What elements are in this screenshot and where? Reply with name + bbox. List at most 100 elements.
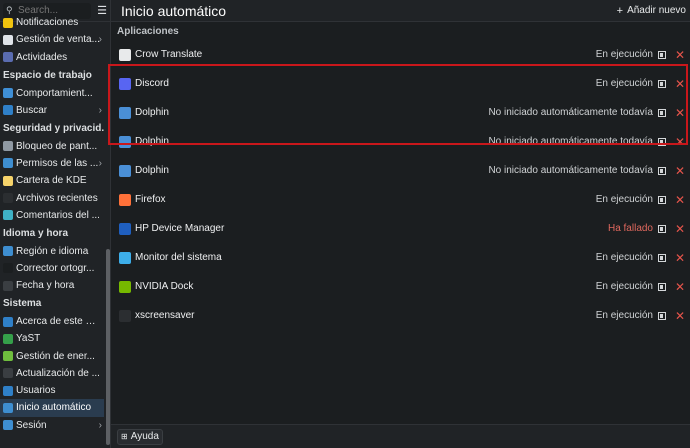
app-name: HP Device Manager (135, 223, 225, 234)
sidebar-item[interactable]: Actividades (0, 49, 104, 66)
sidebar-item-label: Gestión de venta... (16, 34, 100, 46)
remove-icon[interactable]: ✕ (675, 135, 685, 149)
app-row[interactable]: NVIDIA Dock En ejecución ✕ (111, 272, 690, 301)
sidebar-item[interactable]: Fecha y hora (0, 277, 104, 294)
sidebar-item-label: Notificaciones (16, 17, 79, 29)
help-icon: ⊞ (121, 432, 128, 441)
yast-icon (3, 333, 13, 344)
app-status: En ejecución (595, 78, 653, 89)
folder-icon (119, 164, 131, 177)
sidebar-item-label: Sesión (16, 419, 47, 431)
app-row[interactable]: Discord En ejecución ✕ (111, 69, 690, 98)
wallet-icon (3, 175, 13, 186)
autostart-icon (3, 402, 13, 413)
feedback-icon (3, 210, 13, 221)
sidebar-item[interactable]: Inicio automático (0, 399, 104, 417)
sidebar-item[interactable]: Actualización de ... (0, 365, 104, 382)
properties-icon[interactable] (658, 137, 666, 146)
sidebar-item-label: Permisos de las ... (16, 157, 99, 169)
sidebar-item[interactable]: Acerca de este si... (0, 313, 104, 330)
sidebar-item-label: Región e idioma (16, 245, 89, 257)
properties-icon[interactable] (658, 108, 666, 117)
properties-icon[interactable] (658, 79, 666, 88)
remove-icon[interactable]: ✕ (675, 280, 685, 294)
sidebar-item[interactable]: Notificaciones (0, 14, 104, 31)
remove-icon[interactable]: ✕ (675, 48, 685, 62)
sidebar-item[interactable]: YaST (0, 330, 104, 347)
app-row[interactable]: HP Device Manager Ha fallado ✕ (111, 214, 690, 243)
properties-icon[interactable] (658, 224, 666, 233)
sidebar-item[interactable]: Cartera de KDE (0, 172, 104, 189)
sidebar-item[interactable]: Región e idioma (0, 242, 104, 259)
remove-icon[interactable]: ✕ (675, 251, 685, 265)
sidebar-item[interactable]: Bloqueo de pant... (0, 137, 104, 154)
remove-icon[interactable]: ✕ (675, 193, 685, 207)
app-row[interactable]: Monitor del sistema En ejecución ✕ (111, 243, 690, 272)
properties-icon[interactable] (658, 166, 666, 175)
sidebar-item-label: YaST (16, 333, 41, 345)
add-new-button[interactable]: + Añadir nuevo (617, 5, 686, 17)
remove-icon[interactable]: ✕ (675, 164, 685, 178)
help-button[interactable]: ⊞ Ayuda (117, 428, 163, 445)
sidebar-item[interactable]: Permisos de las ... › (0, 155, 104, 172)
properties-icon[interactable] (658, 311, 666, 320)
bell-icon (3, 17, 13, 28)
section-title: Aplicaciones (117, 25, 179, 37)
app-status: En ejecución (595, 49, 653, 60)
app-row[interactable]: Crow Translate En ejecución ✕ (111, 40, 690, 69)
remove-icon[interactable]: ✕ (675, 77, 685, 91)
properties-icon[interactable] (658, 195, 666, 204)
sidebar-item[interactable]: Comentarios del ... (0, 207, 104, 224)
app-name: Monitor del sistema (135, 252, 222, 263)
app-row[interactable]: Dolphin No iniciado automáticamente todav… (111, 156, 690, 185)
sidebar-item-label: Comportamient... (16, 87, 93, 99)
sidebar-item[interactable]: Sesión › (0, 417, 104, 434)
header-bar: Inicio automático + Añadir nuevo (111, 0, 690, 22)
sidebar-item[interactable]: Usuarios (0, 382, 104, 399)
properties-icon[interactable] (658, 282, 666, 291)
app-status: No iniciado automáticamente todavía (488, 136, 653, 147)
remove-icon[interactable]: ✕ (675, 106, 685, 120)
sidebar-list: Notificaciones Gestión de venta... › Activi… (0, 14, 104, 434)
sidebar-section-header: Sistema (3, 298, 42, 310)
window-management-icon (3, 34, 13, 45)
remove-icon[interactable]: ✕ (675, 222, 685, 236)
sidebar-scrollbar[interactable] (106, 249, 110, 445)
session-icon (3, 420, 13, 431)
sidebar-item[interactable]: Archivos recientes (0, 189, 104, 206)
sidebar-item-label: Cartera de KDE (16, 175, 87, 187)
sidebar-item[interactable]: Gestión de venta... › (0, 31, 104, 48)
sidebar-item[interactable]: Corrector ortogr... (0, 260, 104, 277)
activities-icon (3, 52, 13, 63)
app-name: Dolphin (135, 165, 169, 176)
sidebar-item[interactable]: Buscar › (0, 102, 104, 119)
app-status: Ha fallado (607, 223, 653, 234)
clock-icon (3, 280, 13, 291)
sidebar-item[interactable]: Comportamient... (0, 84, 104, 101)
update-icon (3, 368, 13, 379)
app-row[interactable]: Firefox En ejecución ✕ (111, 185, 690, 214)
workspace-behavior-icon (3, 88, 13, 99)
app-row[interactable]: xscreensaver En ejecución ✕ (111, 301, 690, 330)
chevron-right-icon: › (98, 34, 102, 46)
folder-icon (119, 135, 131, 148)
discord-icon (119, 77, 131, 90)
properties-icon[interactable] (658, 253, 666, 262)
power-icon (3, 351, 13, 362)
sidebar-section-header: Idioma y hora (3, 227, 69, 239)
properties-icon[interactable] (658, 50, 666, 59)
app-status: En ejecución (595, 194, 653, 205)
app-status: En ejecución (595, 252, 653, 263)
sidebar-item-label: Corrector ortogr... (16, 262, 95, 274)
app-row[interactable]: Dolphin No iniciado automáticamente todav… (111, 98, 690, 127)
users-icon (3, 385, 13, 396)
sidebar-item-label: Fecha y hora (16, 280, 75, 292)
sidebar-item-label: Actividades (16, 51, 68, 63)
app-row[interactable]: Dolphin No iniciado automáticamente todav… (111, 127, 690, 156)
app-status: En ejecución (595, 281, 653, 292)
remove-icon[interactable]: ✕ (675, 309, 685, 323)
sidebar-item[interactable]: Gestión de ener... (0, 347, 104, 364)
add-new-label: Añadir nuevo (627, 5, 686, 16)
sidebar: ⚲ ☰ NotificacionesGestión de venta...›Ac… (0, 0, 111, 448)
sidebar-item-label: Bloqueo de pant... (16, 140, 98, 152)
